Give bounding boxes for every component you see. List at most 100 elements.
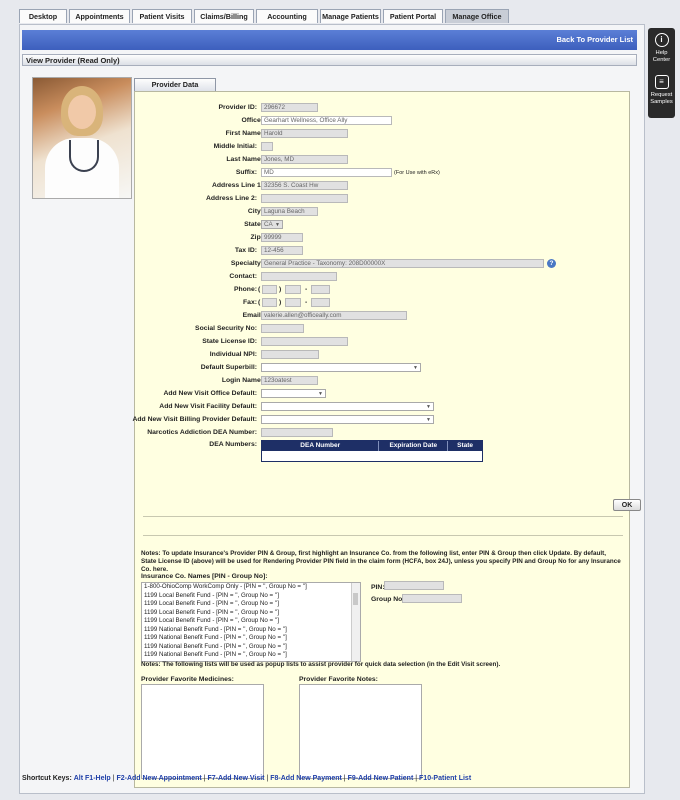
insurance-list-label: Insurance Co. Names [PIN - Group No]: (141, 573, 268, 580)
suffix-note: (For Use with eRx) (394, 170, 440, 176)
specialty-label: Specialty: (230, 260, 263, 267)
chevron-down-icon: ▼ (275, 222, 280, 228)
tab-patient-visits[interactable]: Patient Visits (132, 9, 192, 23)
group-no-field[interactable] (402, 594, 462, 603)
chevron-down-icon: ▼ (426, 417, 431, 423)
contact-field[interactable] (261, 272, 337, 281)
office-field[interactable]: Gearhart Wellness, Office Ally (261, 116, 392, 125)
last-name-label: Last Name: (226, 156, 263, 163)
tax-id-label: Tax ID: (234, 247, 257, 254)
npi-field[interactable] (261, 350, 319, 359)
list-item[interactable]: 1199 Local Benefit Fund - [PIN = '', Gro… (142, 617, 360, 626)
pin-field[interactable] (384, 581, 444, 590)
shortcut-add-appointment-link[interactable]: F2-Add New Appointment (116, 775, 201, 782)
question-icon[interactable]: ? (547, 259, 556, 268)
tab-accounting[interactable]: Accounting (256, 9, 318, 23)
state-license-field[interactable] (261, 337, 348, 346)
shortcut-add-patient-link[interactable]: F9-Add New Patient (348, 775, 414, 782)
address1-field[interactable]: 32356 S. Coast Hw (261, 181, 348, 190)
tab-manage-patients[interactable]: Manage Patients (320, 9, 381, 23)
shortcut-keys-label: Shortcut Keys: (22, 775, 72, 782)
shortcut-add-payment-link[interactable]: F8-Add New Payment (270, 775, 342, 782)
tab-provider-data[interactable]: Provider Data (134, 78, 216, 91)
dea-number-column: DEA Number (262, 441, 380, 451)
tab-claims-billing[interactable]: Claims/Billing (194, 9, 254, 23)
list-item[interactable]: 1199 Local Benefit Fund - [PIN = '', Gro… (142, 600, 360, 609)
dea-numbers-label: DEA Numbers: (209, 441, 257, 448)
state-select[interactable]: CA ▼ (261, 220, 283, 229)
favorite-notes-textarea[interactable] (299, 684, 422, 779)
list-item[interactable]: 1199 National Benefit Fund - [PIN = '', … (142, 634, 360, 643)
group-no-label: Group No: (371, 596, 405, 603)
help-center-label-2: Center (652, 56, 671, 63)
provider-id-field[interactable]: 296672 (261, 103, 318, 112)
main-content: Back To Provider List View Provider (Rea… (19, 24, 645, 794)
list-scrollbar[interactable] (351, 583, 360, 661)
shortcut-help-link[interactable]: Alt F1-Help (74, 775, 111, 782)
ssn-field[interactable] (261, 324, 304, 333)
phone-area-field[interactable] (262, 285, 277, 294)
info-icon: i (654, 33, 669, 47)
fax-label: Fax: (243, 299, 257, 306)
specialty-field[interactable]: General Practice - Taxonomy: 208D00000X (261, 259, 544, 268)
favorite-medicines-label: Provider Favorite Medicines: (141, 676, 234, 683)
ok-button[interactable]: OK (613, 499, 641, 511)
visit-office-default-label: Add New Visit Office Default: (163, 390, 257, 397)
suffix-field[interactable]: MD (261, 168, 392, 177)
default-superbill-select[interactable]: ▼ (261, 363, 421, 372)
list-item[interactable]: 1199 Local Benefit Fund - [PIN = '', Gro… (142, 609, 360, 618)
visit-office-default-select[interactable]: ▼ (261, 389, 326, 398)
last-name-field[interactable]: Jones, MD (261, 155, 348, 164)
tab-manage-office[interactable]: Manage Office (445, 9, 509, 23)
clipboard-icon: ≡ (654, 75, 669, 89)
list-item[interactable]: 1199 Local Benefit Fund - [PIN = '', Gro… (142, 592, 360, 601)
request-samples-label-2: Samples (650, 98, 673, 105)
visit-billing-default-select[interactable]: ▼ (261, 415, 434, 424)
fax-area-field[interactable] (262, 298, 277, 307)
address2-field[interactable] (261, 194, 348, 203)
chevron-down-icon: ▼ (318, 391, 323, 397)
tab-patient-portal[interactable]: Patient Portal (383, 9, 443, 23)
fax-prefix-field[interactable] (285, 298, 301, 307)
favorite-medicines-textarea[interactable] (141, 684, 264, 779)
npi-label: Individual NPI: (209, 351, 257, 358)
shortcut-add-visit-link[interactable]: F7-Add New Visit (207, 775, 264, 782)
login-name-field[interactable]: 123oatest (261, 376, 318, 385)
email-field[interactable]: valerie.allen@officeally.com (261, 311, 407, 320)
shortcut-patient-list-link[interactable]: F10-Patient List (419, 775, 471, 782)
state-license-label: State License ID: (202, 338, 257, 345)
list-item[interactable]: 1-800-OhioComp WorkComp Only - [PIN = ''… (142, 583, 360, 592)
help-center-button[interactable]: i Help Center (648, 28, 675, 76)
insurance-list[interactable]: 1-800-OhioComp WorkComp Only - [PIN = ''… (141, 582, 361, 662)
phone-label: Phone: (233, 286, 257, 293)
fax-line-field[interactable] (311, 298, 330, 307)
narcotics-dea-field[interactable] (261, 428, 333, 437)
tab-desktop[interactable]: Desktop (19, 9, 67, 23)
visit-billing-default-label: Add New Visit Billing Provider Default: (132, 416, 257, 423)
list-item[interactable]: 1199 National Benefit Fund - [PIN = '', … (142, 626, 360, 635)
suffix-label: Suffix: (235, 169, 257, 176)
favorites-notes: Notes: The following lists will be used … (141, 661, 501, 668)
address2-label: Address Line 2: (206, 195, 257, 202)
header-bar: Back To Provider List (22, 30, 637, 50)
list-item[interactable]: 1199 National Benefit Fund - [PIN = '', … (142, 643, 360, 652)
back-to-provider-list-link[interactable]: Back To Provider List (556, 35, 633, 44)
request-samples-button[interactable]: ≡ Request Samples (648, 70, 675, 118)
tab-appointments[interactable]: Appointments (69, 9, 130, 23)
narcotics-dea-label: Narcotics Addiction DEA Number: (147, 429, 257, 436)
pin-label: PIN: (371, 584, 385, 591)
request-samples-label-1: Request (650, 92, 673, 98)
first-name-label: First Name: (225, 130, 263, 137)
zip-field[interactable]: 99999 (261, 233, 303, 242)
middle-initial-field[interactable] (261, 142, 273, 151)
dea-numbers-table: DEA Number Expiration Date State (261, 440, 483, 462)
visit-facility-default-select[interactable]: ▼ (261, 402, 434, 411)
address1-label: Address Line 1: (212, 182, 263, 189)
tax-id-field[interactable]: 12-456 (261, 246, 303, 255)
page-title: View Provider (Read Only) (22, 54, 637, 66)
first-name-field[interactable]: Harold (261, 129, 348, 138)
city-field[interactable]: Laguna Beach (261, 207, 318, 216)
phone-prefix-field[interactable] (285, 285, 301, 294)
phone-line-field[interactable] (311, 285, 330, 294)
list-item[interactable]: 1199 National Benefit Fund - [PIN = '', … (142, 651, 360, 660)
